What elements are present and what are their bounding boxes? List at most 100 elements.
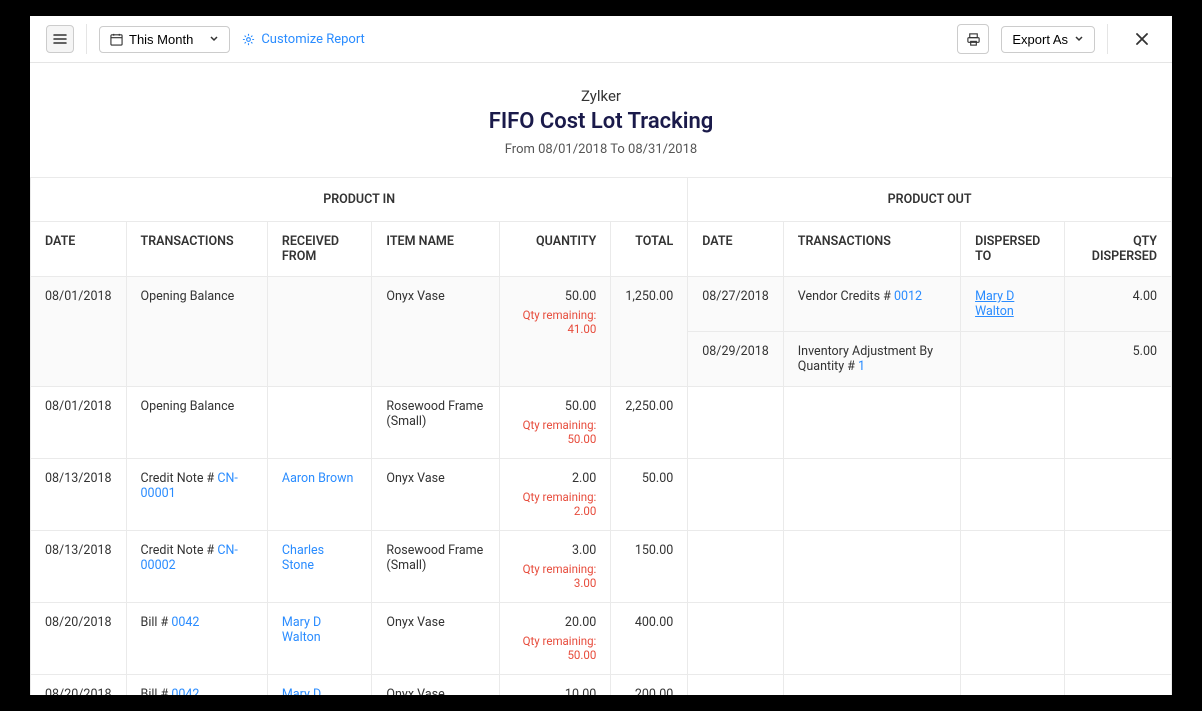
table-row: 08/20/2018Bill # 0042Mary D WaltonOnyx V… (31, 675, 1172, 696)
cell-out-date: 08/29/2018 (688, 332, 784, 387)
cell-total: 50.00 (611, 459, 688, 531)
table-row: 08/13/2018Credit Note # CN-00002Charles … (31, 531, 1172, 603)
transaction-text: Bill # (141, 687, 172, 695)
quantity-value: 20.00 (514, 615, 596, 630)
dispersed-to-link[interactable]: Mary D Walton (975, 289, 1014, 319)
cell-out-transaction: Inventory Adjustment By Quantity # 1 (783, 332, 960, 387)
col-out-transactions[interactable]: TRANSACTIONS (783, 222, 960, 277)
col-quantity[interactable]: QUANTITY (499, 222, 610, 277)
cell-received-from: Mary D Walton (267, 603, 372, 675)
cell-dispersed-to (961, 675, 1064, 696)
cell-dispersed-to (961, 332, 1064, 387)
out-transaction-link[interactable]: 0012 (894, 289, 922, 304)
transaction-text: Opening Balance (141, 399, 235, 414)
col-received-from[interactable]: RECEIVED FROM (267, 222, 372, 277)
cell-qty-dispersed (1064, 603, 1171, 675)
out-transaction-text: Inventory Adjustment By Quantity # (798, 344, 933, 374)
cell-out-transaction (783, 387, 960, 459)
group-header-in: PRODUCT IN (31, 178, 688, 222)
received-from-link[interactable]: Mary D Walton (282, 615, 321, 645)
calendar-icon (110, 33, 123, 46)
cell-total: 2,250.00 (611, 387, 688, 459)
col-out-date[interactable]: DATE (688, 222, 784, 277)
date-range-select[interactable]: This Month (99, 26, 230, 53)
cell-item-name: Rosewood Frame (Small) (372, 387, 499, 459)
received-from-link[interactable]: Mary D Walton (282, 687, 321, 695)
report-title: FIFO Cost Lot Tracking (30, 109, 1172, 134)
cell-date: 08/13/2018 (31, 531, 127, 603)
quantity-value: 50.00 (514, 399, 596, 414)
cell-out-transaction: Vendor Credits # 0012 (783, 277, 960, 332)
quantity-value: 3.00 (514, 543, 596, 558)
cell-quantity: 3.00 Qty remaining: 3.00 (499, 531, 610, 603)
cell-date: 08/20/2018 (31, 675, 127, 696)
cell-total: 150.00 (611, 531, 688, 603)
close-button[interactable] (1128, 25, 1156, 53)
customize-report-link[interactable]: Customize Report (242, 32, 365, 47)
table-row: 08/20/2018Bill # 0042Mary D WaltonOnyx V… (31, 603, 1172, 675)
quantity-value: 2.00 (514, 471, 596, 486)
qty-remaining: Qty remaining: 50.00 (514, 418, 596, 446)
quantity-value: 50.00 (514, 289, 596, 304)
cell-qty-dispersed (1064, 387, 1171, 459)
cell-quantity: 50.00 Qty remaining: 41.00 (499, 277, 610, 387)
cell-item-name: Onyx Vase (372, 459, 499, 531)
hamburger-icon (53, 32, 67, 46)
cell-out-transaction (783, 603, 960, 675)
cell-out-date: 08/27/2018 (688, 277, 784, 332)
cell-quantity: 2.00 Qty remaining: 2.00 (499, 459, 610, 531)
received-from-link[interactable]: Charles Stone (282, 543, 324, 573)
qty-remaining: Qty remaining: 3.00 (514, 562, 596, 590)
transaction-link[interactable]: 0042 (171, 615, 199, 630)
cell-quantity: 10.00Qty remaining: 10.00 (499, 675, 610, 696)
print-button[interactable] (957, 24, 989, 54)
col-transactions[interactable]: TRANSACTIONS (126, 222, 267, 277)
cell-qty-dispersed (1064, 459, 1171, 531)
report-date-range: From 08/01/2018 To 08/31/2018 (30, 142, 1172, 157)
col-dispersed-to[interactable]: DISPERSED TO (961, 222, 1064, 277)
report-table: PRODUCT IN PRODUCT OUT DATE TRANSACTIONS… (30, 177, 1172, 695)
cell-out-date (688, 387, 784, 459)
col-qty-dispersed[interactable]: QTY DISPERSED (1064, 222, 1171, 277)
group-header-out: PRODUCT OUT (688, 178, 1172, 222)
cell-qty-dispersed: 5.00 (1064, 332, 1171, 387)
received-from-link[interactable]: Aaron Brown (282, 471, 354, 486)
cell-total: 200.00 (611, 675, 688, 696)
cell-dispersed-to (961, 603, 1064, 675)
col-date[interactable]: DATE (31, 222, 127, 277)
cell-out-date (688, 459, 784, 531)
cell-received-from: Mary D Walton (267, 675, 372, 696)
transaction-text: Bill # (141, 615, 172, 630)
cell-quantity: 50.00 Qty remaining: 50.00 (499, 387, 610, 459)
cell-transaction: Opening Balance (126, 387, 267, 459)
cell-received-from (267, 387, 372, 459)
transaction-text: Credit Note # (141, 471, 218, 486)
cell-item-name: Onyx Vase (372, 277, 499, 387)
menu-button[interactable] (46, 25, 74, 53)
col-item-name[interactable]: ITEM NAME (372, 222, 499, 277)
cell-dispersed-to (961, 531, 1064, 603)
table-row: 08/01/2018Opening BalanceOnyx Vase50.00Q… (31, 277, 1172, 332)
cell-out-date (688, 675, 784, 696)
transaction-text: Opening Balance (141, 289, 235, 304)
table-row: 08/13/2018Credit Note # CN-00001Aaron Br… (31, 459, 1172, 531)
cell-dispersed-to (961, 387, 1064, 459)
qty-remaining: Qty remaining: 2.00 (514, 490, 596, 518)
col-total[interactable]: TOTAL (611, 222, 688, 277)
gear-icon (242, 33, 255, 46)
out-transaction-link[interactable]: 1 (858, 359, 865, 374)
cell-out-date (688, 603, 784, 675)
transaction-link[interactable]: 0042 (171, 687, 199, 695)
qty-remaining: Qty remaining: 41.00 (514, 308, 596, 336)
cell-qty-dispersed (1064, 675, 1171, 696)
cell-total: 1,250.00 (611, 277, 688, 387)
cell-transaction: Opening Balance (126, 277, 267, 387)
cell-received-from (267, 277, 372, 387)
cell-dispersed-to (961, 459, 1064, 531)
cell-qty-dispersed (1064, 531, 1171, 603)
export-button[interactable]: Export As (1001, 26, 1095, 53)
cell-out-transaction (783, 531, 960, 603)
cell-out-transaction (783, 675, 960, 696)
cell-received-from: Aaron Brown (267, 459, 372, 531)
divider (86, 24, 87, 54)
